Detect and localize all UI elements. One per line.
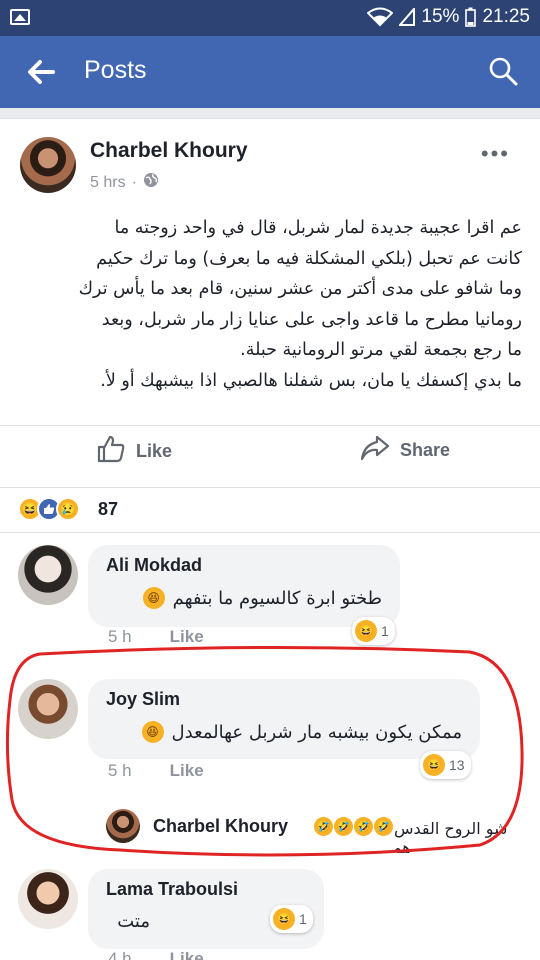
page-title: Posts bbox=[84, 56, 147, 84]
post-card: Charbel Khoury 5 hrs · ••• عم اقرا عجيبة… bbox=[0, 118, 540, 488]
comment-reaction-count: 1 bbox=[299, 911, 307, 927]
share-button[interactable]: Share bbox=[360, 434, 450, 467]
battery-percent: 15% bbox=[421, 6, 460, 27]
grinning-emoji-icon: 😆 bbox=[142, 587, 165, 609]
haha-reaction-icon: 😆 bbox=[355, 620, 377, 642]
clock: 21:25 bbox=[482, 6, 530, 27]
post-actions: Like Share bbox=[0, 425, 540, 477]
comment-time[interactable]: 5 h bbox=[108, 627, 132, 647]
comment-text: متت bbox=[117, 911, 150, 932]
reactions-summary[interactable]: 😆 😢 87 bbox=[0, 488, 540, 533]
commenter-avatar[interactable] bbox=[18, 869, 78, 929]
rofl-emoji-icon: 🤣 bbox=[374, 817, 393, 836]
like-button[interactable]: Like bbox=[96, 434, 172, 469]
comment-bubble: Joy Slim ممكن يكون بيشبه مار شربل عهالمع… bbox=[88, 679, 480, 759]
commenter-name[interactable]: Lama Traboulsi bbox=[106, 879, 238, 900]
comments-list: Ali Mokdad طختو ابرة كالسيوم ما بتفهم 😆 … bbox=[0, 533, 540, 857]
rofl-emoji-icon: 🤣 bbox=[314, 817, 333, 836]
comment-meta: 5 h Like bbox=[108, 761, 204, 781]
post-body-line: كانت عم تحبل (بلكي المشكلة فيه ما بعرف) … bbox=[96, 248, 522, 269]
more-options-icon[interactable]: ••• bbox=[481, 141, 510, 167]
comment-time[interactable]: 4 h bbox=[108, 949, 132, 960]
battery-icon bbox=[465, 7, 477, 27]
reaction-count: 87 bbox=[98, 499, 119, 519]
like-label: Like bbox=[136, 441, 173, 461]
search-icon[interactable] bbox=[488, 56, 518, 86]
comment-reactions[interactable]: 😆 1 bbox=[352, 617, 395, 645]
rofl-emoji-icon: 🤣 bbox=[354, 817, 373, 836]
haha-reaction-icon: 😆 bbox=[423, 754, 445, 776]
commenter-name[interactable]: Joy Slim bbox=[106, 689, 180, 710]
post-body-line: وما شافو على مدى أكتر من عشر سنين، قام ب… bbox=[78, 279, 522, 299]
like-icon bbox=[96, 434, 126, 469]
comment-reaction-count: 13 bbox=[449, 757, 465, 773]
image-icon bbox=[10, 9, 30, 25]
post-body-line: رومانيا مطرح ما قاعد واجى على عنايا زار … bbox=[101, 309, 522, 330]
commenter-avatar[interactable] bbox=[18, 679, 78, 739]
haha-reaction-icon: 😆 bbox=[273, 908, 295, 930]
comment-text-content: ممكن يكون بيشبه مار شربل عهالمعدل bbox=[171, 721, 462, 743]
reply-author-name[interactable]: Charbel Khoury bbox=[153, 816, 288, 837]
share-icon bbox=[360, 434, 390, 467]
back-arrow-icon[interactable] bbox=[26, 58, 56, 86]
post-body-line: ما بدي إكسفك يا مان، بس شفلنا هالصبي اذا… bbox=[100, 370, 522, 391]
commenter-name[interactable]: Ali Mokdad bbox=[106, 555, 202, 576]
share-label: Share bbox=[400, 440, 451, 460]
globe-icon bbox=[143, 172, 159, 193]
post-body-line: ما رجع بجمعة لقي مرتو الرومانية حبلة. bbox=[240, 340, 522, 360]
comment-time[interactable]: 5 h bbox=[108, 761, 132, 781]
reply-author-avatar[interactable] bbox=[106, 809, 140, 843]
post-meta: 5 hrs · bbox=[90, 172, 159, 193]
app-bar: Posts bbox=[0, 36, 540, 108]
comment-like-button[interactable]: Like bbox=[170, 627, 204, 647]
comment: Lama Traboulsi متت 😆 1 4 h Like bbox=[0, 853, 540, 960]
rofl-emoji-icon: 🤣 bbox=[334, 817, 353, 836]
comment-reactions[interactable]: 😆 1 bbox=[270, 905, 313, 933]
comment-text: طختو ابرة كالسيوم ما بتفهم 😆 bbox=[142, 587, 382, 609]
grinning-emoji-icon: 😆 bbox=[141, 721, 164, 743]
comment-like-button[interactable]: Like bbox=[170, 949, 204, 960]
post-body-line: عم اقرا عجيبة جديدة لمار شربل، قال في وا… bbox=[114, 218, 522, 238]
status-bar: 15% 21:25 bbox=[0, 0, 540, 36]
comment-meta: 5 h Like bbox=[108, 627, 204, 647]
meta-separator: · bbox=[131, 173, 137, 191]
post-author-avatar[interactable] bbox=[20, 137, 76, 193]
sad-reaction-icon: 😢 bbox=[56, 497, 80, 521]
post-time[interactable]: 5 hrs bbox=[90, 174, 126, 192]
comment-bubble: Ali Mokdad طختو ابرة كالسيوم ما بتفهم 😆 bbox=[88, 545, 400, 627]
status-bar-right: 15% 21:25 bbox=[367, 6, 530, 28]
comment-reaction-count: 1 bbox=[381, 623, 389, 639]
comment-reactions[interactable]: 😆 13 bbox=[420, 751, 471, 779]
wifi-icon bbox=[367, 7, 394, 27]
commenter-avatar[interactable] bbox=[18, 545, 78, 605]
signal-icon bbox=[399, 8, 416, 26]
reply-emojis: 🤣 🤣 🤣 🤣 bbox=[314, 817, 393, 836]
comment-text-content: طختو ابرة كالسيوم ما بتفهم bbox=[172, 587, 382, 609]
comment-like-button[interactable]: Like bbox=[170, 761, 204, 781]
post-body: عم اقرا عجيبة جديدة لمار شربل، قال في وا… bbox=[18, 213, 522, 396]
comment-text-content: متت bbox=[117, 911, 150, 932]
comment-text: ممكن يكون بيشبه مار شربل عهالمعدل 😆 bbox=[141, 721, 462, 743]
comment-meta: 4 h Like bbox=[108, 949, 204, 960]
reaction-icons: 😆 😢 bbox=[18, 497, 80, 521]
post-author-name[interactable]: Charbel Khoury bbox=[90, 139, 248, 163]
reply-text: شو الروح القدس هو bbox=[394, 819, 508, 857]
